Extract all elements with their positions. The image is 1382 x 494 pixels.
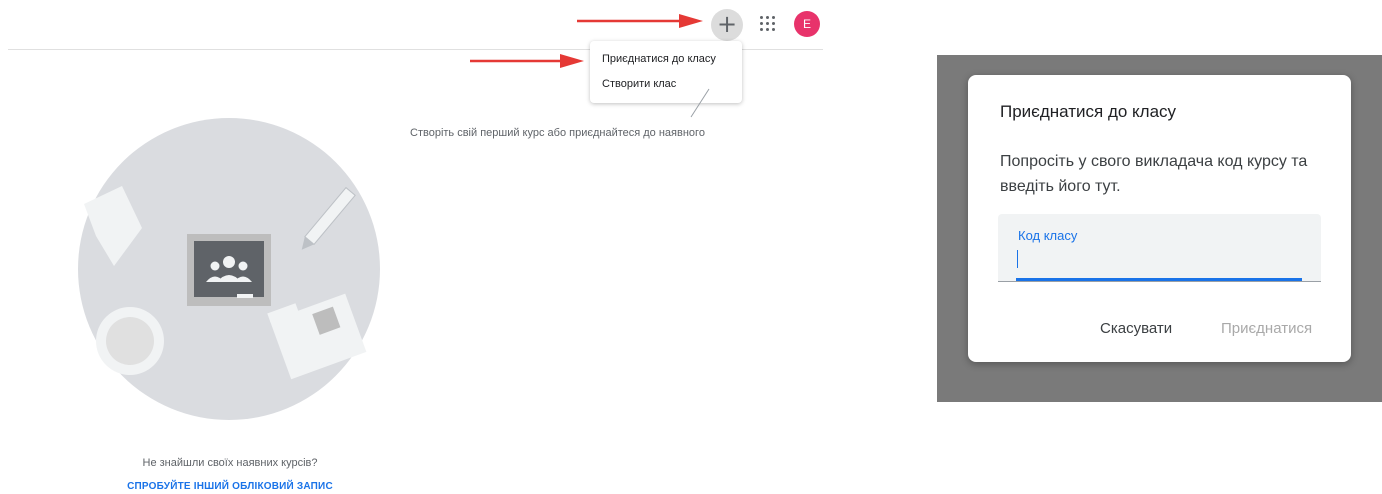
dialog-description: Попросіть у свого викладача код курсу та… — [1000, 153, 1308, 195]
menu-item-create-class[interactable]: Створити клас — [602, 78, 676, 90]
avatar[interactable]: E — [794, 11, 820, 37]
hint-text: Створіть свій перший курс або приєднайте… — [410, 127, 705, 139]
add-class-button[interactable]: + — [711, 9, 743, 41]
join-button[interactable]: Приєднатися — [1221, 320, 1312, 337]
class-code-field[interactable]: Код класу — [998, 214, 1321, 282]
class-code-label: Код класу — [1018, 228, 1078, 243]
apps-grid-icon[interactable] — [760, 16, 776, 32]
field-baseline — [998, 281, 1321, 282]
red-arrow-menu — [470, 54, 584, 68]
hint-pointer-line — [690, 88, 710, 118]
plus-icon: + — [716, 10, 738, 38]
add-menu: Приєднатися до класу Створити клас — [590, 41, 742, 103]
red-arrow-header — [577, 14, 703, 28]
try-other-account-link[interactable]: СПРОБУЙТЕ ІНШИЙ ОБЛІКОВИЙ ЗАПИС — [0, 481, 460, 492]
not-found-text: Не знайшли своїх наявних курсів? — [142, 457, 318, 469]
dialog-title: Приєднатися до класу — [1000, 102, 1177, 121]
join-class-dialog: Приєднатися до класу Попросіть у свого в… — [968, 75, 1351, 362]
empty-classroom-illustration — [78, 118, 380, 420]
cancel-button[interactable]: Скасувати — [1100, 320, 1172, 337]
menu-item-join-class[interactable]: Приєднатися до класу — [602, 53, 716, 65]
class-code-input[interactable] — [1018, 250, 1312, 272]
